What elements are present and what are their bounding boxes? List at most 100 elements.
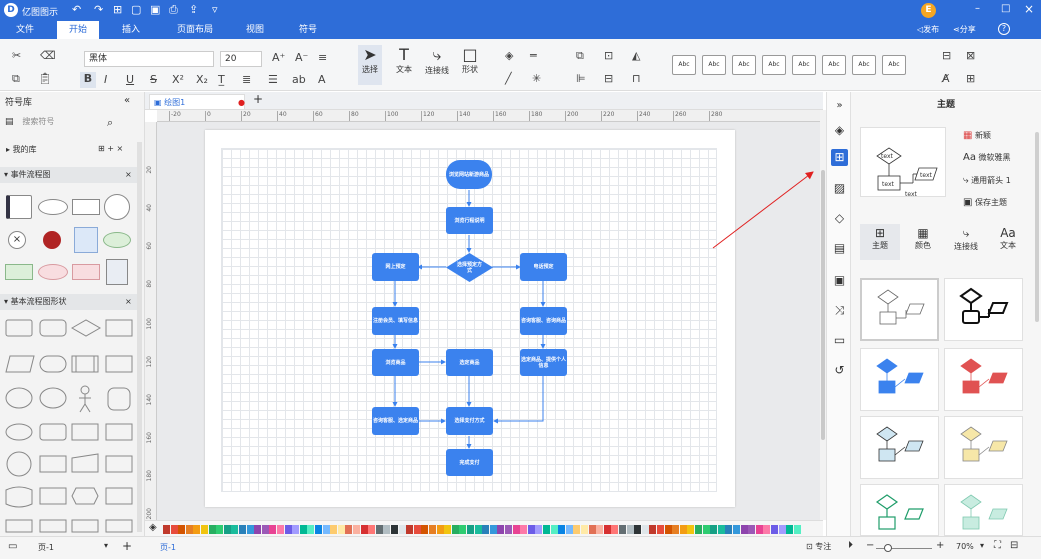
flow-node-consult2[interactable]: 咨询客服、选定商品 <box>372 407 419 435</box>
color-swatch[interactable] <box>725 525 733 534</box>
page-view-icon[interactable]: ▭ <box>8 541 17 552</box>
theme-option-save[interactable]: ▣ 保存主题 <box>963 197 1007 208</box>
color-swatch[interactable] <box>474 525 482 534</box>
color-swatch[interactable] <box>459 525 467 534</box>
theme-thumb[interactable] <box>860 278 939 341</box>
color-swatch[interactable] <box>467 525 474 534</box>
color-swatch[interactable] <box>284 525 292 534</box>
page-dropdown-icon[interactable]: ▾ <box>104 541 108 550</box>
flow-node-pay-method[interactable]: 选择支付方式 <box>446 407 493 435</box>
color-swatch[interactable] <box>406 525 414 534</box>
color-swatch[interactable] <box>307 525 315 534</box>
color-swatch[interactable] <box>634 525 642 534</box>
color-swatch[interactable] <box>702 525 710 534</box>
color-swatch[interactable] <box>793 525 801 534</box>
color-swatch[interactable] <box>451 525 459 534</box>
theme-thumb[interactable] <box>944 348 1023 411</box>
color-swatch[interactable] <box>657 525 664 534</box>
theme-thumb[interactable] <box>944 416 1023 479</box>
color-swatch[interactable] <box>664 525 672 534</box>
theme-thumb[interactable] <box>944 484 1023 536</box>
color-swatch[interactable] <box>740 525 748 534</box>
flow-node-view[interactable]: 浏览商品 <box>372 349 419 376</box>
color-swatch[interactable] <box>322 525 330 534</box>
color-swatch[interactable] <box>163 525 170 534</box>
color-swatch[interactable] <box>436 525 444 534</box>
theme-option-arrow[interactable]: ⤷ 通用箭头 1 <box>963 175 1011 186</box>
color-swatch[interactable] <box>679 525 687 534</box>
zoom-slider[interactable] <box>876 544 932 552</box>
color-swatch[interactable] <box>482 525 490 534</box>
color-swatch[interactable] <box>550 525 558 534</box>
flow-node-start[interactable]: 浏览网站新游商品 <box>446 160 492 189</box>
data-panel-icon[interactable]: ▣ <box>831 272 848 289</box>
color-swatch[interactable] <box>535 525 543 534</box>
color-swatch[interactable] <box>619 525 626 534</box>
color-swatch[interactable] <box>345 525 353 534</box>
page-select[interactable]: 页-1 <box>38 542 54 553</box>
color-swatch[interactable] <box>581 525 588 534</box>
color-swatch[interactable] <box>489 525 497 534</box>
theme-panel-icon[interactable]: ⊞ <box>831 149 848 166</box>
theme-subtab-theme[interactable]: ⊞ 主题 <box>860 224 900 260</box>
flow-node-select-goods[interactable]: 选定商品 <box>446 349 493 376</box>
color-swatch[interactable] <box>748 525 756 534</box>
color-swatch[interactable] <box>512 525 520 534</box>
color-swatch[interactable] <box>505 525 512 534</box>
color-swatch[interactable] <box>330 525 338 534</box>
theme-subtab-text[interactable]: Aa 文本 <box>988 224 1028 260</box>
color-swatch[interactable] <box>299 525 307 534</box>
add-page-button[interactable]: + <box>122 539 132 553</box>
color-swatch[interactable] <box>277 525 284 534</box>
fill-panel-icon[interactable]: ◈ <box>831 122 848 139</box>
zoom-out-button[interactable]: − <box>866 540 874 551</box>
focus-mode-button[interactable]: ⊡ 专注 <box>806 541 831 552</box>
color-swatch[interactable] <box>558 525 566 534</box>
color-swatch[interactable] <box>588 525 596 534</box>
color-swatch[interactable] <box>527 525 535 534</box>
fit-page-icon[interactable]: ⛶ <box>994 540 1001 551</box>
collapse-right-panel-icon[interactable]: » <box>831 97 848 114</box>
theme-thumb[interactable] <box>860 348 939 411</box>
color-swatch[interactable] <box>383 525 391 534</box>
color-swatch[interactable] <box>573 525 581 534</box>
color-swatch[interactable] <box>710 525 718 534</box>
color-swatch[interactable] <box>763 525 771 534</box>
zoom-in-button[interactable]: + <box>936 540 944 551</box>
history-panel-icon[interactable]: ↺ <box>831 362 848 379</box>
zoom-level[interactable]: 70% <box>956 542 974 551</box>
fill-bucket-icon[interactable]: ◈ <box>149 522 157 533</box>
color-swatch[interactable] <box>733 525 740 534</box>
theme-panel-scrollbar[interactable] <box>1035 132 1039 322</box>
color-swatch[interactable] <box>254 525 262 534</box>
shuffle-panel-icon[interactable]: ⤨ <box>831 302 848 319</box>
flow-node-online[interactable]: 网上预定 <box>372 253 419 281</box>
color-swatch[interactable] <box>520 525 528 534</box>
theme-thumb[interactable] <box>944 278 1023 341</box>
color-swatch[interactable] <box>353 525 360 534</box>
flow-node-done[interactable]: 完成支付 <box>446 449 493 476</box>
color-swatch[interactable] <box>649 525 657 534</box>
color-swatch[interactable] <box>261 525 269 534</box>
color-swatch[interactable] <box>786 525 794 534</box>
color-swatch[interactable] <box>421 525 429 534</box>
presentation-panel-icon[interactable]: ▭ <box>831 332 848 349</box>
color-swatch[interactable] <box>292 525 300 534</box>
theme-subtab-connector[interactable]: ⤷ 连接线 <box>946 224 986 260</box>
color-swatch[interactable] <box>337 525 345 534</box>
color-swatch[interactable] <box>231 525 239 534</box>
color-swatch[interactable] <box>755 525 763 534</box>
color-swatch[interactable] <box>626 525 634 534</box>
layers-panel-icon[interactable]: ◇ <box>831 210 848 227</box>
color-swatch[interactable] <box>497 525 505 534</box>
color-swatch[interactable] <box>269 525 277 534</box>
color-swatch[interactable] <box>208 525 216 534</box>
flow-node-browse[interactable]: 浏览行程说明 <box>446 207 493 234</box>
color-swatch[interactable] <box>170 525 178 534</box>
color-swatch[interactable] <box>429 525 436 534</box>
color-swatch[interactable] <box>611 525 619 534</box>
color-swatch[interactable] <box>543 525 550 534</box>
color-swatch[interactable] <box>444 525 452 534</box>
color-swatch[interactable] <box>778 525 786 534</box>
theme-thumb[interactable] <box>860 416 939 479</box>
